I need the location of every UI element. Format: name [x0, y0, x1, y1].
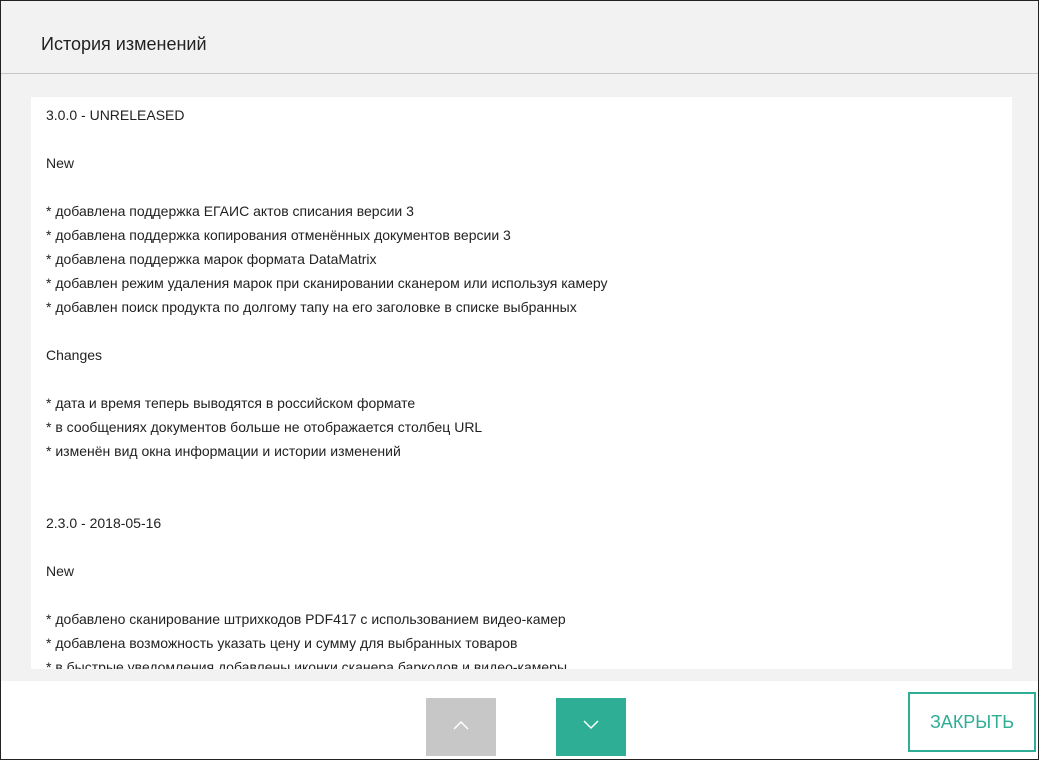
changelog-line: * изменён вид окна информации и истории …	[46, 443, 401, 459]
changelog-line: * добавлена возможность указать цену и с…	[46, 635, 518, 651]
changelog-line: 2.3.0 - 2018-05-16	[46, 515, 162, 531]
dialog-header: История изменений	[1, 1, 1038, 74]
changelog-line: * в быстрые уведомления добавлены иконки…	[46, 659, 568, 669]
changelog-line: * дата и время теперь выводятся в россий…	[46, 395, 416, 411]
changelog-line: * добавлена поддержка копирования отменё…	[46, 227, 511, 243]
changelog-line: * добавлено сканирование штрихкодов PDF4…	[46, 611, 566, 627]
changelog-line	[46, 487, 1012, 511]
changelog-line	[46, 175, 1012, 199]
changelog-line	[46, 463, 1012, 487]
changelog-line: * добавлен режим удаления марок при скан…	[46, 275, 608, 291]
dialog-title: История изменений	[41, 34, 207, 54]
chevron-up-icon	[453, 720, 469, 730]
chevron-down-icon	[583, 720, 599, 730]
changelog-line: New	[46, 563, 75, 579]
dialog-footer: ЗАКРЫТЬ	[1, 681, 1038, 759]
changelog-line: * добавлена поддержка ЕГАИС актов списан…	[46, 203, 414, 219]
changelog-line	[46, 127, 1012, 151]
changelog-dialog: История изменений 3.0.0 - UNRELEASED New…	[0, 0, 1039, 760]
changelog-content[interactable]: 3.0.0 - UNRELEASED New * добавлена подде…	[31, 97, 1012, 669]
changelog-line	[46, 535, 1012, 559]
changelog-line: * добавлен поиск продукта по долгому тап…	[46, 299, 577, 315]
changelog-text: 3.0.0 - UNRELEASED New * добавлена подде…	[31, 97, 1012, 669]
changelog-line	[46, 583, 1012, 607]
changelog-line: * в сообщениях документов больше не отоб…	[46, 419, 483, 435]
changelog-line	[46, 367, 1012, 391]
changelog-line: * добавлена поддержка марок формата Data…	[46, 251, 377, 267]
changelog-line: 3.0.0 - UNRELEASED	[46, 107, 185, 123]
scroll-up-button[interactable]	[426, 698, 496, 756]
changelog-line: New	[46, 155, 75, 171]
close-button[interactable]: ЗАКРЫТЬ	[908, 692, 1036, 752]
changelog-line	[46, 319, 1012, 343]
changelog-line: Changes	[46, 347, 103, 363]
scroll-down-button[interactable]	[556, 698, 626, 756]
